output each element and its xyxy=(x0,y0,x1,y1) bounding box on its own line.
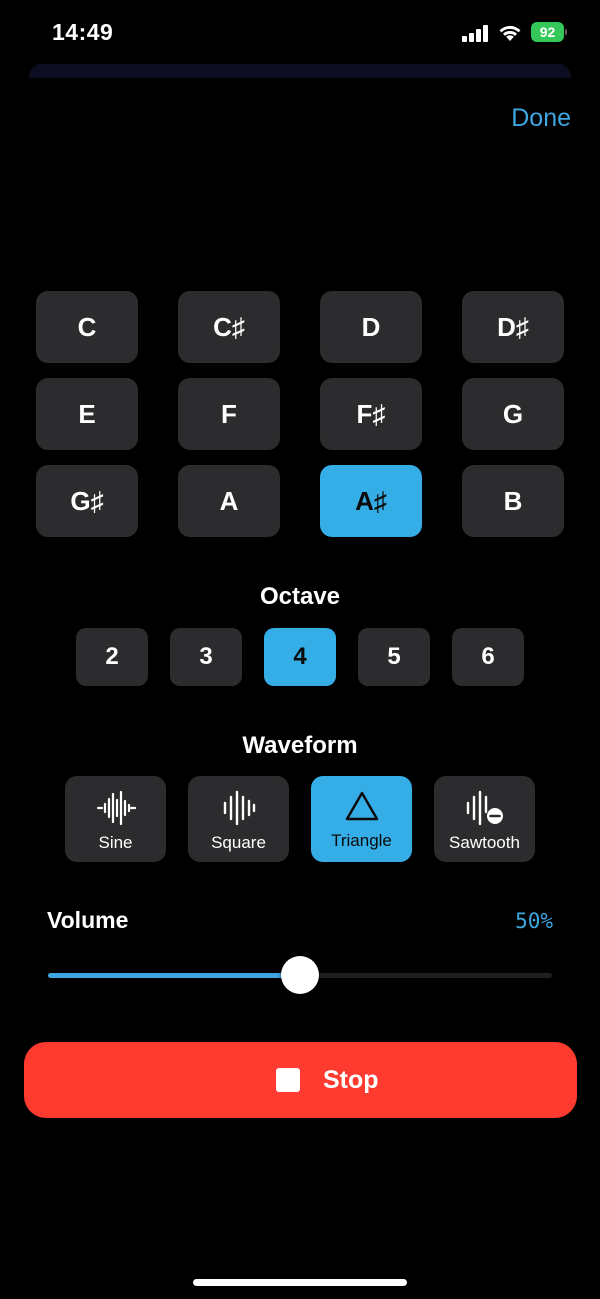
waveform-label: Sine xyxy=(98,833,133,852)
note-key-a[interactable]: A xyxy=(178,465,280,537)
volume-label: Volume xyxy=(47,907,129,933)
note-key-e[interactable]: E xyxy=(36,378,138,450)
cellular-signal-icon xyxy=(462,25,488,42)
waveform-label: Sawtooth xyxy=(449,833,520,852)
note-key-c-sharp[interactable]: C♯ xyxy=(178,291,280,363)
note-key-c[interactable]: C xyxy=(36,291,138,363)
slider-thumb[interactable] xyxy=(281,956,319,994)
note-key-f[interactable]: F xyxy=(178,378,280,450)
waveform-icon xyxy=(96,790,136,826)
status-bar: 14:49 92 xyxy=(0,0,600,64)
waveform-minus-icon xyxy=(466,790,503,826)
waveform-triangle-button[interactable]: Triangle xyxy=(311,776,412,862)
battery-cap xyxy=(565,29,567,35)
note-key-d[interactable]: D xyxy=(320,291,422,363)
note-key-f-sharp[interactable]: F♯ xyxy=(320,378,422,450)
octave-option-5[interactable]: 5 xyxy=(358,628,430,686)
note-key-a-sharp[interactable]: A♯ xyxy=(320,465,422,537)
octave-option-6[interactable]: 6 xyxy=(452,628,524,686)
octave-selector: 2 3 4 5 6 xyxy=(76,628,524,686)
octave-option-4[interactable]: 4 xyxy=(264,628,336,686)
note-key-g-sharp[interactable]: G♯ xyxy=(36,465,138,537)
octave-option-3[interactable]: 3 xyxy=(170,628,242,686)
slider-fill xyxy=(48,973,300,978)
waveform-square-button[interactable]: Square xyxy=(188,776,289,862)
done-button[interactable]: Done xyxy=(511,104,571,133)
stop-icon xyxy=(276,1068,300,1092)
home-indicator xyxy=(193,1279,407,1286)
wifi-icon xyxy=(499,25,521,41)
octave-title: Octave xyxy=(259,583,341,610)
waveform-selector: Sine Square Triangle Sawtooth xyxy=(65,776,536,862)
volume-slider[interactable] xyxy=(48,955,552,995)
sheet-handle-area xyxy=(29,64,571,78)
octave-option-2[interactable]: 2 xyxy=(76,628,148,686)
volume-value: 50% xyxy=(515,909,553,933)
note-grid: C C♯ D D♯ E F F♯ G G♯ A A♯ B xyxy=(36,291,564,537)
battery-icon: 92 xyxy=(531,22,567,42)
note-key-d-sharp[interactable]: D♯ xyxy=(462,291,564,363)
waveform-label: Square xyxy=(211,833,266,852)
waveform-sawtooth-button[interactable]: Sawtooth xyxy=(434,776,535,862)
stop-button[interactable]: Stop xyxy=(24,1042,577,1118)
waveform-label: Triangle xyxy=(331,831,392,850)
triangle-icon xyxy=(345,791,378,821)
status-time: 14:49 xyxy=(52,19,114,45)
waveform-title: Waveform xyxy=(242,732,358,759)
stop-label: Stop xyxy=(323,1066,379,1094)
waveform-sine-button[interactable]: Sine xyxy=(65,776,166,862)
battery-level: 92 xyxy=(531,22,564,42)
note-key-b[interactable]: B xyxy=(462,465,564,537)
note-key-g[interactable]: G xyxy=(462,378,564,450)
waveform-bars-icon xyxy=(223,790,255,826)
